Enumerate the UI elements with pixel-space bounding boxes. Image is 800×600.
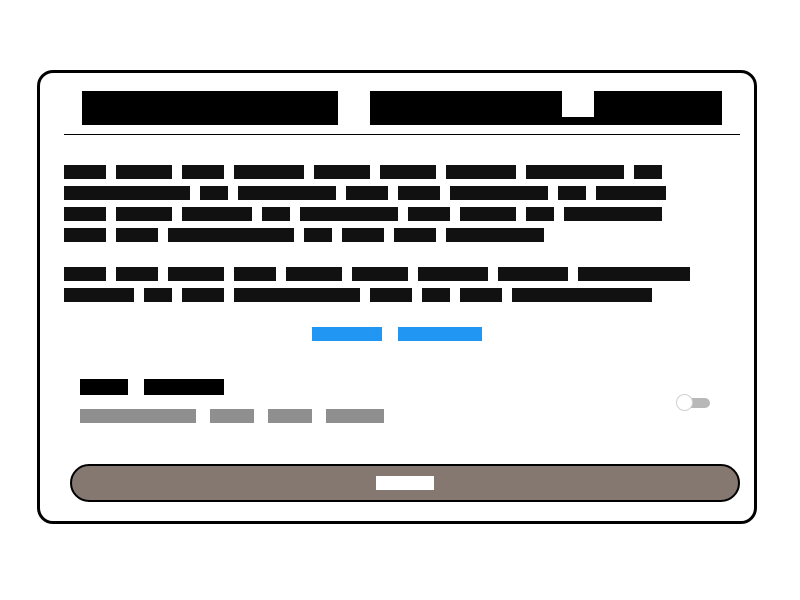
primary-action-button[interactable] bbox=[70, 464, 740, 502]
redacted-word bbox=[314, 164, 370, 179]
redacted-word bbox=[234, 287, 360, 302]
redacted-word bbox=[446, 227, 544, 242]
redacted-word bbox=[446, 164, 516, 179]
redacted-word bbox=[398, 185, 440, 200]
redacted-word bbox=[286, 266, 342, 281]
redacted-word bbox=[526, 206, 554, 221]
redacted-word bbox=[596, 185, 666, 200]
redacted-word bbox=[168, 227, 294, 242]
setting-subtitle-word bbox=[80, 409, 196, 423]
redacted-word bbox=[116, 266, 158, 281]
setting-subtitle-word bbox=[326, 409, 384, 423]
redacted-word bbox=[352, 266, 408, 281]
first-link[interactable] bbox=[312, 327, 382, 341]
primary-action-label bbox=[376, 476, 434, 490]
dialog-title-left bbox=[82, 91, 338, 125]
redacted-word bbox=[578, 266, 690, 281]
link-row bbox=[40, 327, 754, 341]
redacted-word bbox=[370, 287, 412, 302]
setting-subtitle-word bbox=[268, 409, 312, 423]
redacted-word bbox=[460, 287, 502, 302]
redacted-word bbox=[346, 185, 388, 200]
redacted-word bbox=[526, 164, 624, 179]
redacted-word bbox=[512, 287, 652, 302]
paragraph-1-line-2 bbox=[64, 182, 724, 203]
redacted-word bbox=[380, 164, 436, 179]
setting-title-word-2 bbox=[144, 379, 224, 395]
redacted-word bbox=[262, 206, 290, 221]
dialog-title-right bbox=[370, 91, 722, 125]
redacted-word bbox=[634, 164, 662, 179]
redacted-word bbox=[300, 206, 398, 221]
setting-row bbox=[80, 379, 720, 425]
redacted-word bbox=[234, 164, 304, 179]
redacted-word bbox=[558, 185, 586, 200]
header-divider bbox=[64, 134, 740, 135]
paragraph-2-line-1 bbox=[64, 263, 724, 284]
setting-subtitle bbox=[80, 409, 384, 423]
toggle-thumb bbox=[676, 394, 693, 411]
redacted-word bbox=[394, 227, 436, 242]
redacted-word bbox=[64, 266, 106, 281]
dialog-header bbox=[64, 91, 740, 131]
redacted-word bbox=[234, 266, 276, 281]
redacted-word bbox=[238, 185, 336, 200]
redacted-word bbox=[64, 164, 106, 179]
dialog bbox=[37, 70, 757, 524]
paragraph-1-line-4 bbox=[64, 224, 724, 245]
paragraph-1-line-1 bbox=[64, 161, 724, 182]
setting-subtitle-word bbox=[210, 409, 254, 423]
setting-title-word-1 bbox=[80, 379, 128, 395]
redacted-word bbox=[498, 266, 568, 281]
redacted-word bbox=[460, 206, 516, 221]
setting-title bbox=[80, 379, 224, 395]
redacted-word bbox=[182, 287, 224, 302]
title-notch bbox=[562, 91, 594, 117]
paragraph-2-line-2 bbox=[64, 284, 724, 305]
redacted-word bbox=[342, 227, 384, 242]
redacted-word bbox=[168, 266, 224, 281]
paragraph-1-line-3 bbox=[64, 203, 724, 224]
redacted-word bbox=[408, 206, 450, 221]
redacted-word bbox=[564, 206, 662, 221]
redacted-word bbox=[182, 164, 224, 179]
redacted-word bbox=[116, 227, 158, 242]
setting-toggle[interactable] bbox=[676, 394, 712, 412]
body-paragraph-1 bbox=[64, 161, 724, 245]
redacted-word bbox=[116, 206, 172, 221]
body-paragraph-2 bbox=[64, 263, 724, 305]
redacted-word bbox=[64, 206, 106, 221]
redacted-word bbox=[422, 287, 450, 302]
redacted-word bbox=[64, 185, 190, 200]
redacted-word bbox=[64, 287, 134, 302]
redacted-word bbox=[144, 287, 172, 302]
redacted-word bbox=[116, 164, 172, 179]
redacted-word bbox=[64, 227, 106, 242]
second-link[interactable] bbox=[398, 327, 482, 341]
redacted-word bbox=[450, 185, 548, 200]
redacted-word bbox=[304, 227, 332, 242]
redacted-word bbox=[182, 206, 252, 221]
redacted-word bbox=[418, 266, 488, 281]
redacted-word bbox=[200, 185, 228, 200]
